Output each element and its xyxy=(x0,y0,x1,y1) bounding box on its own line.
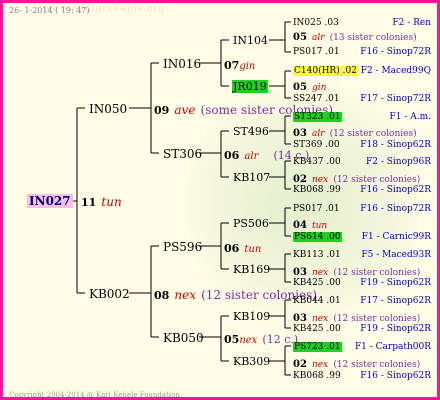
gen4-location: F19 - Sinop62R xyxy=(360,324,431,334)
gen4-location: F2 - Maced99Q xyxy=(360,66,431,76)
gen2-c-id[interactable]: PS596 xyxy=(163,241,202,253)
gen4-row: 05 gin xyxy=(293,82,327,93)
root-race: tun xyxy=(101,195,122,209)
gen4-location: F17 - Sinop72R xyxy=(360,94,431,104)
gen2-c-info: 06 tun xyxy=(224,242,262,256)
copyright-footer: Copyright 2004-2014 @ Karl Kehele Founda… xyxy=(9,391,183,399)
gen4-location: F2 - Ren xyxy=(392,18,431,28)
gen4-row: 02 nex (12 sister colonies) xyxy=(293,359,421,370)
gen3-b2[interactable]: KB107 xyxy=(233,172,270,184)
root-id: IN027 xyxy=(27,194,73,208)
gen4-row[interactable]: KB068 .99 xyxy=(293,184,341,196)
gen4-row[interactable]: KB425 .00 xyxy=(293,277,341,289)
print-date: 26- 1-2014 ( 19: 47) xyxy=(9,6,90,15)
gen3-a1[interactable]: IN104 xyxy=(233,35,268,47)
gen2-a-id[interactable]: IN016 xyxy=(163,58,201,70)
gen3-c1[interactable]: PS506 xyxy=(233,218,269,230)
gen4-row: 05 alr (13 sister colonies) xyxy=(293,32,417,43)
gen4-row[interactable]: KB425 .00 xyxy=(293,323,341,335)
gen4-location: F1 - A.m. xyxy=(389,112,432,122)
gen4-row[interactable]: C140(HR) .02 xyxy=(293,65,358,77)
gen4-row[interactable]: PS723 .01 xyxy=(293,341,342,353)
gen3-a2[interactable]: JR019 xyxy=(232,80,268,93)
gen2-d-info: 05nex (12 c.) xyxy=(224,333,299,347)
gen4-row[interactable]: ST323 .01 xyxy=(293,111,342,123)
gen4-row[interactable]: KB113 .01 xyxy=(293,249,341,261)
gen1-bottom-race: nex xyxy=(174,288,197,302)
gen4-location: F1 - Carpath00R xyxy=(354,342,431,352)
gen4-row[interactable]: KB068 .99 xyxy=(293,370,341,382)
gen2-b-id[interactable]: ST306 xyxy=(163,148,202,160)
gen4-row[interactable]: SS247 .01 xyxy=(293,93,340,105)
gen3-d2[interactable]: KB309 xyxy=(233,356,270,368)
gen1-bottom-id[interactable]: KB002 xyxy=(89,288,130,300)
gen1-bottom-year: 08 xyxy=(154,289,170,302)
gen4-location: F16 - Sinop62R xyxy=(360,371,431,381)
root-year: 11 xyxy=(81,196,97,209)
gen4-row: 04 tun xyxy=(293,220,328,231)
gen4-row[interactable]: PS017 .01 xyxy=(293,46,340,58)
gen1-top-race: ave xyxy=(174,103,196,117)
gen3-c2[interactable]: KB169 xyxy=(233,264,270,276)
gen4-row[interactable]: ST369 .00 xyxy=(293,139,340,151)
gen4-row[interactable]: KB044 .01 xyxy=(293,295,341,307)
gen4-row: 03 alr (12 sister colonies) xyxy=(293,128,417,139)
gen3-d1[interactable]: KB109 xyxy=(233,311,270,323)
pedigree-frame: www.pedigreeapis.org 26- 1-2014 (19: 47… xyxy=(0,0,440,400)
gen4-location: F16 - Sinop62R xyxy=(360,185,431,195)
gen4-location: F17 - Sinop62R xyxy=(360,296,431,306)
gen4-location: F5 - Maced93R xyxy=(361,250,431,260)
gen4-row[interactable]: PS614 .00 xyxy=(293,231,342,243)
gen4-location: F16 - Sinop72R xyxy=(360,47,431,57)
gen1-top-year: 09 xyxy=(154,104,170,117)
gen4-location: F2 - Sinop96R xyxy=(366,157,431,167)
gen1-top-id[interactable]: IN050 xyxy=(89,103,127,115)
gen3-b1[interactable]: ST496 xyxy=(233,126,269,138)
gen4-location: F16 - Sinop72R xyxy=(360,204,431,214)
gen4-location: F19 - Sinop62R xyxy=(360,278,431,288)
gen4-row[interactable]: KB437 .00 xyxy=(293,156,341,168)
gen2-d-id[interactable]: KB050 xyxy=(163,332,204,344)
gen2-a-info: 07gin xyxy=(224,59,256,73)
gen4-location: F18 - Sinop62R xyxy=(360,140,431,150)
gen4-row[interactable]: PS017 .01 xyxy=(293,203,340,215)
root-info: 11 tun xyxy=(81,195,122,209)
gen4-location: F1 - Carnic99R xyxy=(361,232,431,242)
root-queen[interactable]: IN027 xyxy=(27,194,73,208)
gen4-row[interactable]: IN025 .03 xyxy=(293,17,339,29)
